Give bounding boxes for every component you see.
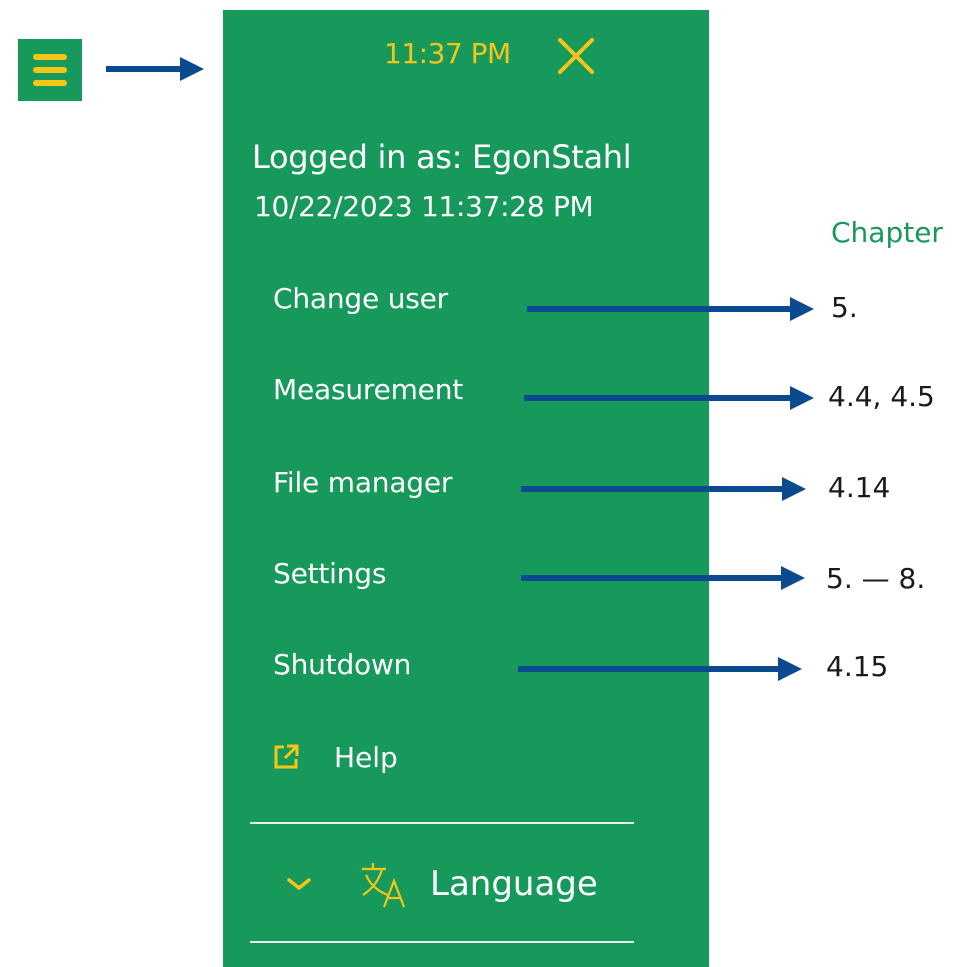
menu-item-shutdown[interactable]: Shutdown (273, 648, 411, 681)
translate-icon (362, 863, 406, 908)
chapter-heading: Chapter (831, 216, 943, 249)
divider (250, 941, 634, 943)
chapter-ref-change-user: 5. (831, 291, 858, 324)
chapter-ref-shutdown: 4.15 (826, 650, 889, 683)
chevron-down-icon (287, 878, 311, 890)
menu-item-change-user[interactable]: Change user (273, 282, 448, 315)
hamburger-icon-bar (33, 80, 67, 86)
menu-item-settings[interactable]: Settings (273, 557, 386, 590)
arrow-to-menu-panel (106, 57, 204, 81)
language-selector[interactable]: Language (284, 858, 598, 910)
login-timestamp: 10/22/2023 11:37:28 PM (254, 190, 594, 223)
menu-item-help[interactable]: Help (272, 735, 398, 779)
chapter-ref-measurement: 4.4, 4.5 (828, 380, 935, 413)
clock: 11:37 PM (384, 37, 511, 70)
logged-in-user: Logged in as: EgonStahl (252, 138, 632, 176)
menu-item-measurement[interactable]: Measurement (273, 373, 463, 406)
menu-item-file-manager[interactable]: File manager (273, 466, 452, 499)
help-label: Help (334, 740, 398, 774)
divider (250, 822, 634, 824)
hamburger-icon-bar (33, 67, 67, 73)
menu-toggle-button[interactable] (18, 39, 82, 101)
chapter-ref-settings: 5. — 8. (826, 562, 926, 595)
hamburger-icon-bar (33, 54, 67, 60)
language-label: Language (430, 864, 598, 904)
close-icon[interactable] (555, 35, 597, 77)
external-link-icon (274, 744, 299, 769)
chapter-ref-file-manager: 4.14 (828, 471, 891, 504)
